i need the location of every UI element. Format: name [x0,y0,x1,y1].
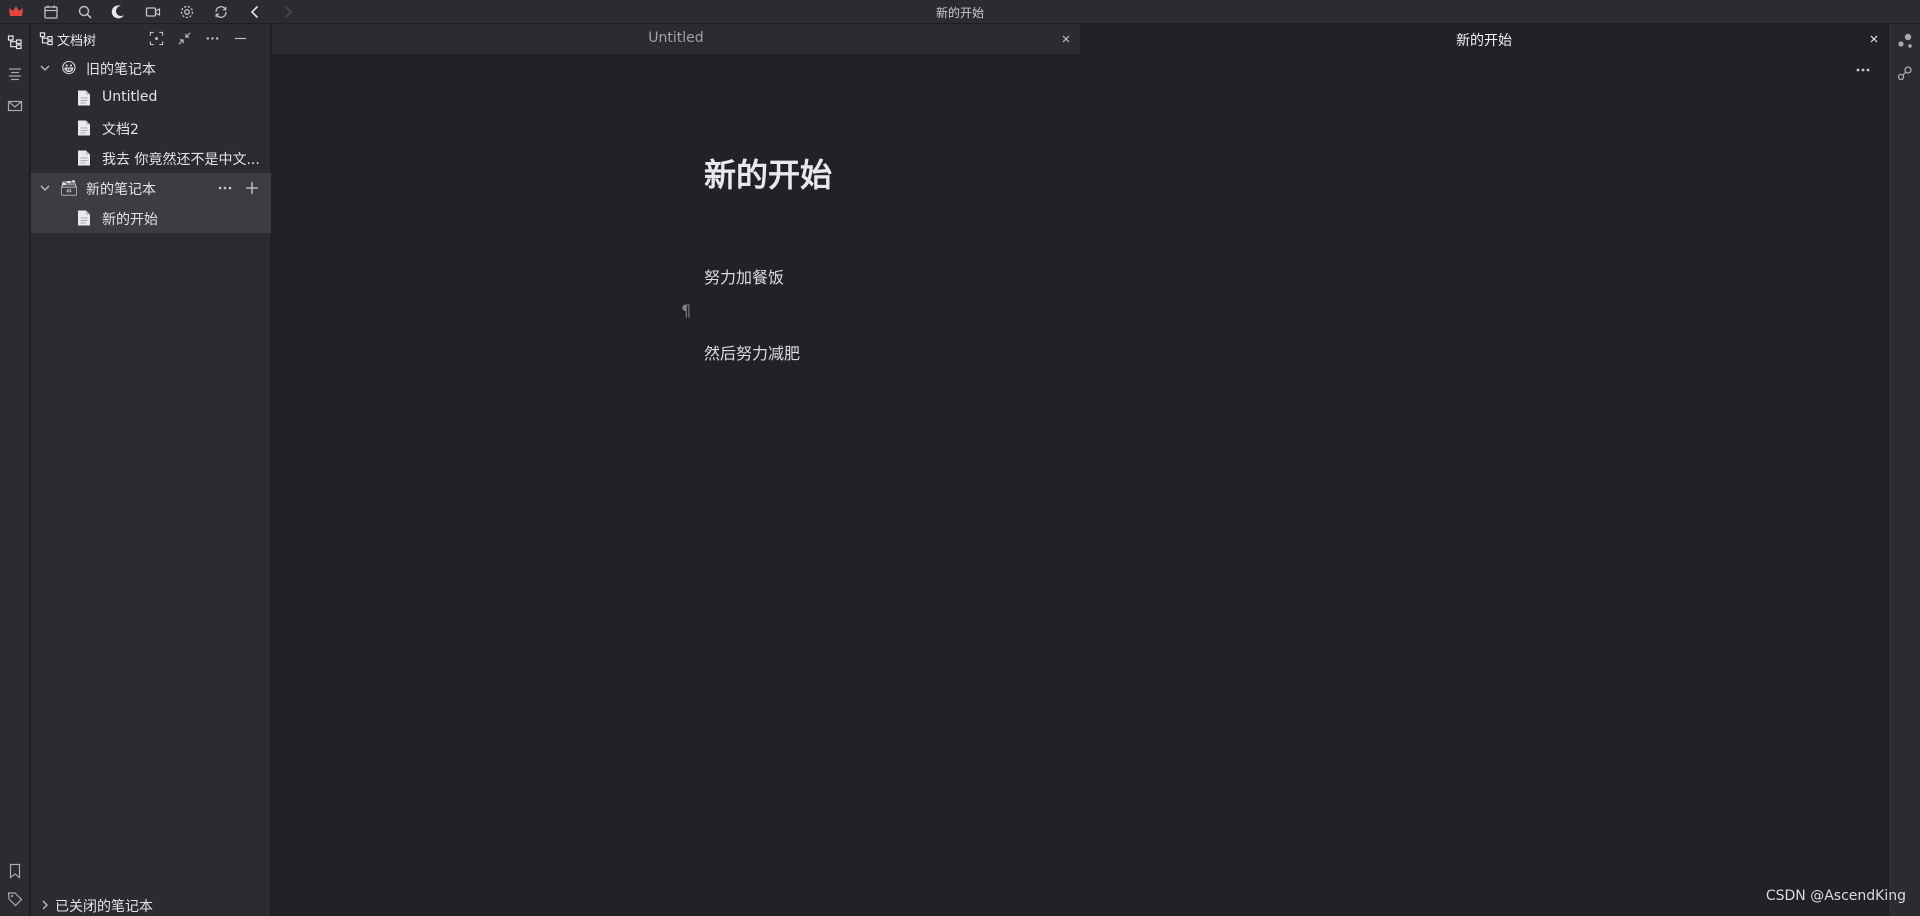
notebook-name: 旧的笔记本 [86,62,156,78]
doc-item-untitled[interactable]: Untitled [31,83,271,113]
notebook-name: 新的笔记本 [86,182,156,198]
notebook-emoji-icon[interactable]: 😀 [60,59,78,77]
file-tree-icon [37,29,55,47]
chevron-down-icon[interactable] [38,61,52,75]
closed-notebooks-label: 已关闭的笔记本 [55,899,153,915]
notebook-new[interactable]: 🗃 新的笔记本 [31,173,271,203]
more-options-icon[interactable] [1854,62,1872,78]
editor-area[interactable]: 新的开始 努力加餐饭 ¶ 然后努力减肥 [272,54,1888,916]
activity-bar [0,24,30,916]
empty-block-marker[interactable]: ¶ [681,301,691,320]
top-toolbar: 新的开始 [0,0,1920,24]
chevron-down-icon[interactable] [38,181,52,195]
paragraph-block[interactable]: 努力加餐饭 [704,264,784,288]
graph-view-icon[interactable] [1896,32,1914,50]
file-tree-title: 文档树 [57,34,97,49]
doc-item-chinese[interactable]: 我去 你竟然还不是中文... [31,143,271,173]
notebook-emoji-icon[interactable]: 🗃 [59,179,78,197]
closed-notebooks-toggle[interactable]: 已关闭的笔记本 [31,894,271,916]
document-icon [78,120,90,136]
doc-name: 文档2 [102,122,139,138]
more-options-icon[interactable] [203,29,221,47]
tab-label: Untitled [648,30,704,46]
add-icon[interactable] [244,180,260,196]
file-tree-panel: 文档树 😀 旧的笔记本 Untitled 文档2 我去 你竟然还不是中文... … [31,24,271,916]
outline-icon[interactable] [6,65,24,83]
close-icon[interactable] [1060,33,1072,45]
close-icon[interactable] [1868,33,1880,45]
focus-icon[interactable] [147,29,165,47]
tab-untitled[interactable]: Untitled [272,24,1080,54]
doc-item-doc2[interactable]: 文档2 [31,113,271,143]
tab-label: 新的开始 [1456,33,1512,49]
doc-name: Untitled [102,89,158,105]
paragraph-block[interactable]: 然后努力减肥 [704,340,800,364]
file-tree-icon[interactable] [6,33,24,51]
document-icon [78,150,90,166]
document-icon [78,90,90,106]
more-options-icon[interactable] [217,180,233,196]
watermark: CSDN @AscendKing [1765,888,1906,904]
chevron-right-icon[interactable] [38,898,52,912]
tab-new-start[interactable]: 新的开始 [1080,24,1888,54]
collapse-all-icon[interactable] [175,29,193,47]
document-icon [78,210,90,226]
global-graph-icon[interactable] [1896,65,1914,83]
tag-icon[interactable] [6,890,24,908]
doc-name: 新的开始 [102,212,158,228]
inbox-icon[interactable] [6,97,24,115]
window-title: 新的开始 [935,6,984,20]
bookmark-icon[interactable] [6,862,24,880]
right-dock [1888,24,1920,916]
notebook-old[interactable]: 😀 旧的笔记本 [31,53,271,83]
doc-item-new-start[interactable]: 新的开始 [31,203,271,233]
document-title[interactable]: 新的开始 [704,150,832,196]
doc-name: 我去 你竟然还不是中文... [102,152,260,168]
minimize-panel-icon[interactable] [231,29,249,47]
tab-bar: Untitled 新的开始 [272,24,1888,54]
file-tree-header: 文档树 [31,24,271,52]
